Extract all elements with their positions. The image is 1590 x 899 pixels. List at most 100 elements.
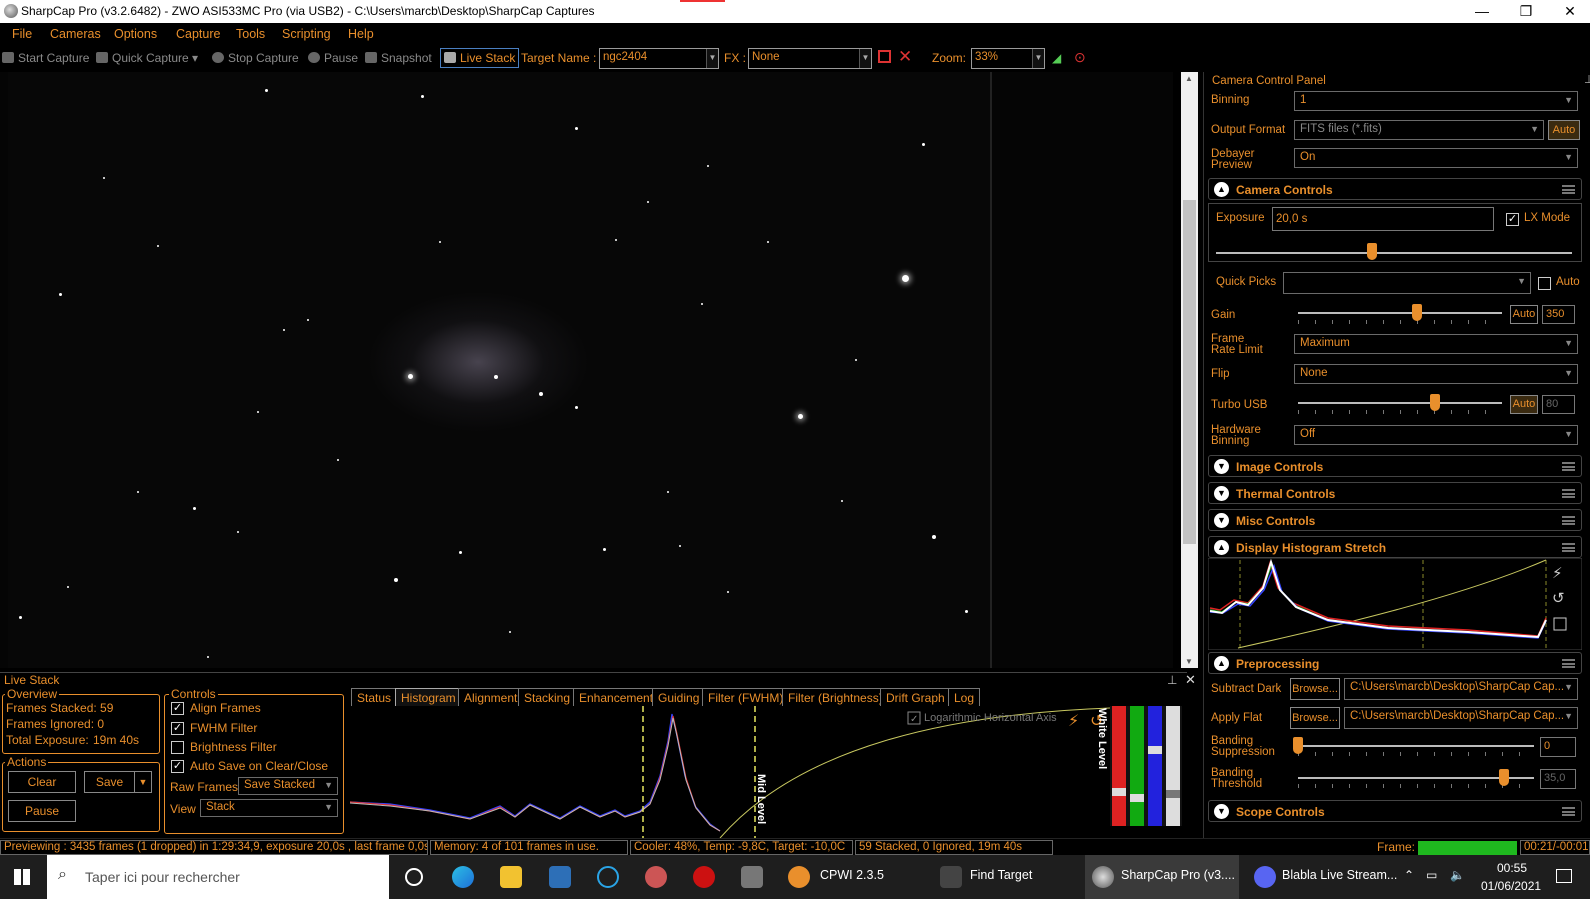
- pin-icon[interactable]: ⊥: [1584, 74, 1590, 86]
- turbo-usb-auto-button[interactable]: Auto: [1510, 395, 1538, 414]
- chevron-down-icon[interactable]: ▼: [706, 49, 718, 68]
- turbo-usb-slider-thumb[interactable]: [1430, 394, 1440, 411]
- taskbar-search-box[interactable]: ⌕ Taper ici pour rechercher: [47, 855, 389, 899]
- file-explorer-icon[interactable]: [500, 866, 522, 888]
- apply-flat-path[interactable]: C:\Users\marcb\Desktop\SharpCap Cap... ▼: [1344, 707, 1578, 729]
- output-format-select[interactable]: FITS files (*.fits) ▼: [1294, 120, 1544, 140]
- gain-slider[interactable]: [1298, 312, 1502, 314]
- windows-start-icon[interactable]: [14, 869, 30, 885]
- subtract-dark-browse-button[interactable]: Browse...: [1290, 678, 1340, 700]
- tab-alignment[interactable]: Alignment: [458, 688, 524, 706]
- blue-level-handle[interactable]: [1148, 746, 1162, 754]
- tab-status[interactable]: Status: [351, 688, 398, 706]
- stop-capture-button[interactable]: Stop Capture: [212, 51, 299, 65]
- menu-options[interactable]: Options: [114, 27, 157, 41]
- menu-help[interactable]: Help: [348, 27, 374, 41]
- banding-suppression-thumb[interactable]: [1293, 737, 1303, 754]
- align-frames-checkbox[interactable]: ✓: [171, 702, 184, 715]
- exposure-input[interactable]: 20,0 s: [1272, 207, 1494, 231]
- network-icon[interactable]: ▭: [1426, 868, 1437, 882]
- banding-threshold-value[interactable]: 35,0: [1540, 769, 1576, 789]
- taskbar-cpwi[interactable]: CPWI 2.3.5: [820, 868, 884, 882]
- crosshair-icon[interactable]: ✕: [898, 47, 912, 67]
- clock-date[interactable]: 01/06/2021: [1481, 879, 1541, 893]
- auto-save-checkbox[interactable]: ✓: [171, 760, 184, 773]
- app-icon[interactable]: [549, 866, 571, 888]
- binning-select[interactable]: 1 ▼: [1294, 91, 1578, 111]
- exposure-slider[interactable]: [1216, 252, 1572, 254]
- clock-time[interactable]: 00:55: [1497, 861, 1527, 875]
- raw-frames-select[interactable]: Save Stacked ▼: [238, 777, 338, 795]
- app-icon-3[interactable]: [693, 866, 715, 888]
- quick-picks-auto-checkbox[interactable]: [1538, 277, 1551, 290]
- fwhm-filter-checkbox[interactable]: ✓: [171, 722, 184, 735]
- taskbar-blabla[interactable]: Blabla Live Stream...: [1282, 868, 1397, 882]
- tray-overflow-icon[interactable]: ⌃: [1404, 868, 1414, 882]
- ccleaner-icon[interactable]: [597, 866, 619, 888]
- thermal-controls-header[interactable]: ▼ Thermal Controls: [1208, 482, 1582, 504]
- tab-guiding[interactable]: Guiding: [652, 688, 706, 706]
- misc-controls-header[interactable]: ▼ Misc Controls: [1208, 509, 1582, 531]
- menu-capture[interactable]: Capture: [176, 27, 220, 41]
- menu-tools[interactable]: Tools: [236, 27, 265, 41]
- app-icon-2[interactable]: [645, 866, 667, 888]
- gain-auto-button[interactable]: Auto: [1510, 305, 1538, 324]
- menu-file[interactable]: File: [12, 27, 32, 41]
- snapshot-button[interactable]: Snapshot: [365, 51, 432, 65]
- tab-filter-brightness[interactable]: Filter (Brightness): [782, 688, 889, 706]
- live-stack-button[interactable]: Live Stack: [440, 48, 520, 68]
- tab-log[interactable]: Log: [948, 688, 981, 706]
- quick-picks-select[interactable]: ▼: [1283, 272, 1531, 294]
- histogram-stretch-header[interactable]: ▲ Display Histogram Stretch: [1208, 536, 1582, 558]
- task-view-icon[interactable]: [405, 868, 423, 886]
- preprocessing-header[interactable]: ▲ Preprocessing: [1208, 652, 1582, 674]
- lx-mode-checkbox[interactable]: ✓: [1506, 213, 1519, 226]
- image-viewer[interactable]: [0, 72, 1173, 668]
- start-capture-button[interactable]: Start Capture: [2, 51, 89, 65]
- histogram-stretch-graph[interactable]: ⚡ ↺: [1208, 558, 1582, 650]
- taskbar-find-target[interactable]: Find Target: [970, 868, 1032, 882]
- taskbar-sharpcap[interactable]: SharpCap Pro (v3....: [1121, 868, 1235, 882]
- focus-icon[interactable]: ⊙: [1074, 49, 1086, 66]
- turbo-usb-value-input[interactable]: 80: [1542, 395, 1575, 414]
- stellarium-icon[interactable]: [741, 866, 763, 888]
- close-live-stack-icon[interactable]: ✕: [1185, 672, 1196, 688]
- red-black-level-handle[interactable]: [1112, 788, 1126, 796]
- edge-icon[interactable]: [452, 866, 474, 888]
- close-button[interactable]: ✕: [1548, 0, 1590, 23]
- brightness-filter-checkbox[interactable]: [171, 741, 184, 754]
- hw-binning-select[interactable]: Off ▼: [1294, 425, 1578, 445]
- pin-icon[interactable]: ⊥: [1167, 673, 1177, 687]
- fx-select[interactable]: None ▼: [748, 48, 872, 69]
- live-stack-histogram[interactable]: ✓ Logarithmic Horizontal Axis ⚡ ↺ Mid Le…: [350, 706, 1190, 838]
- pause-button[interactable]: Pause: [308, 51, 358, 65]
- flip-select[interactable]: None ▼: [1294, 364, 1578, 384]
- scrollbar-thumb[interactable]: [1183, 200, 1196, 544]
- tab-histogram[interactable]: Histogram: [395, 688, 462, 706]
- target-name-input[interactable]: ngc2404 ▼: [599, 48, 719, 69]
- gain-value-input[interactable]: 350: [1542, 305, 1575, 324]
- cpwi-icon[interactable]: [788, 866, 810, 888]
- save-button[interactable]: Save: [84, 771, 135, 793]
- frame-rate-select[interactable]: Maximum ▼: [1294, 334, 1578, 354]
- menu-scripting[interactable]: Scripting: [282, 27, 331, 41]
- scope-controls-header[interactable]: ▼ Scope Controls: [1208, 800, 1582, 822]
- histogram-icon[interactable]: ◢: [1052, 51, 1061, 65]
- save-options-dropdown[interactable]: ▼: [134, 771, 152, 793]
- output-format-auto-button[interactable]: Auto: [1548, 120, 1580, 140]
- green-black-level-handle[interactable]: [1130, 794, 1144, 802]
- tab-stacking[interactable]: Stacking: [518, 688, 577, 706]
- quick-capture-button[interactable]: Quick Capture ▾: [96, 51, 198, 65]
- notification-icon[interactable]: [1556, 869, 1572, 883]
- turbo-usb-slider[interactable]: [1298, 402, 1502, 404]
- image-controls-header[interactable]: ▼ Image Controls: [1208, 455, 1582, 477]
- tab-drift-graph[interactable]: Drift Graph: [880, 688, 951, 706]
- tab-enhancement[interactable]: Enhancement: [573, 688, 660, 706]
- lum-level-handle[interactable]: [1166, 790, 1180, 798]
- view-select[interactable]: Stack ▼: [200, 799, 338, 817]
- maximize-button[interactable]: ❐: [1504, 0, 1548, 23]
- banding-suppression-slider[interactable]: [1298, 745, 1534, 747]
- banding-suppression-value[interactable]: 0: [1540, 737, 1576, 757]
- apply-flat-browse-button[interactable]: Browse...: [1290, 707, 1340, 729]
- tab-filter-fwhm[interactable]: Filter (FWHM): [702, 688, 790, 706]
